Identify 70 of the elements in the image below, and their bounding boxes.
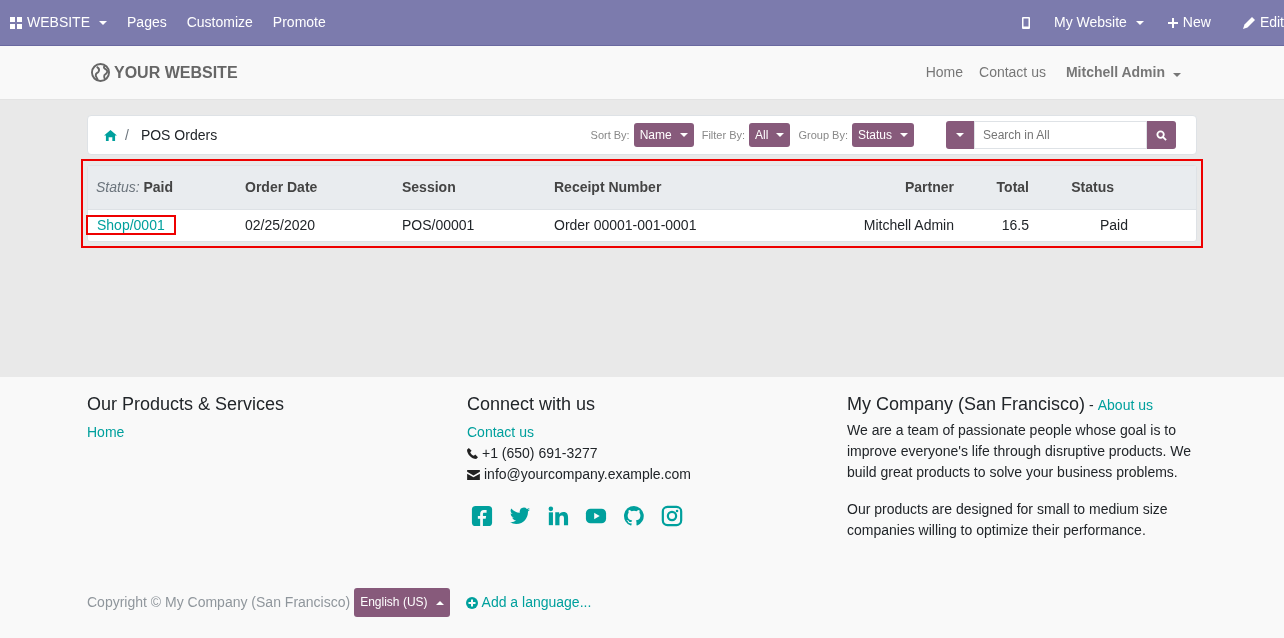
about-link[interactable]: About us <box>1097 395 1153 416</box>
plus-circle-icon <box>465 596 478 609</box>
linkedin-icon <box>547 505 569 527</box>
footer-paragraph: We are a team of passionate people whose goal is to improve everyone's life through disruptive products. We build great products to solve your business problems. <box>847 421 1193 482</box>
nav-link[interactable]: Home <box>917 62 971 83</box>
footer-link[interactable]: Contact us <box>467 422 847 443</box>
social-link[interactable] <box>509 505 531 527</box>
new-button[interactable]: New <box>1151 12 1227 33</box>
search-icon <box>1156 129 1167 141</box>
group-header: Status: Paid <box>95 178 175 197</box>
apps-menu[interactable]: WEBSITE <box>0 12 117 33</box>
table-cell-text: Paid <box>1098 216 1129 235</box>
phone-icon <box>1022 16 1030 29</box>
github-icon <box>623 505 645 527</box>
instagram-icon <box>661 505 683 527</box>
twitter-icon <box>509 505 531 527</box>
search-field[interactable]: Search in All <box>974 121 1147 149</box>
grid-icon <box>10 16 22 29</box>
edit-button[interactable]: Edit <box>1226 12 1284 33</box>
footer-paragraph: Our products are designed for small to medium size companies willing to optimize their performance. <box>847 500 1169 540</box>
order-link[interactable]: Shop/0001 <box>86 215 176 235</box>
site-logo[interactable]: YOUR WEBSITE <box>114 60 238 85</box>
nav-link[interactable]: Contact us <box>971 62 1054 83</box>
table-cell-text: 16.5 <box>1000 216 1029 235</box>
table-cell-text: Mitchell Admin <box>862 216 954 235</box>
column-header: Receipt Number <box>554 178 663 197</box>
user-menu[interactable]: Mitchell Admin <box>1057 61 1197 84</box>
footer-heading: Our Products & Services <box>87 393 286 416</box>
menu-item[interactable]: Promote <box>262 12 336 33</box>
footer-heading: Connect with us <box>467 393 597 416</box>
search-button[interactable] <box>1147 121 1176 149</box>
column-header: Partner <box>903 178 954 197</box>
dropdown-button[interactable]: Status <box>851 123 914 147</box>
search-filter-button[interactable] <box>946 121 974 149</box>
table-cell-text: 02/25/2020 <box>245 216 317 235</box>
email-address: info@yourcompany.example.com <box>484 465 691 484</box>
breadcrumb-current: POS Orders <box>140 125 218 145</box>
control-label: Filter By: <box>701 127 746 143</box>
column-header: Status <box>1070 178 1115 197</box>
plus-icon <box>1167 17 1178 28</box>
social-link[interactable] <box>661 505 683 527</box>
footer-link[interactable]: Home <box>87 422 467 443</box>
table-cell-text: Order 00001-001-0001 <box>554 216 698 235</box>
pencil-icon <box>1242 16 1255 29</box>
envelope-icon <box>467 469 480 480</box>
globe-icon <box>91 63 110 82</box>
column-header: Order Date <box>245 178 319 197</box>
footer-heading: My Company (San Francisco) <box>847 393 1086 416</box>
menu-item[interactable]: Pages <box>117 12 177 33</box>
dropdown-button[interactable]: Name <box>633 123 694 147</box>
heading-separator: - <box>1089 396 1094 415</box>
column-header: Session <box>402 178 457 197</box>
control-label: Group By: <box>798 127 848 143</box>
copyright-text: Copyright © My Company (San Francisco) <box>87 593 351 612</box>
social-link[interactable] <box>547 505 569 527</box>
dropdown-button[interactable]: All <box>749 123 791 147</box>
control-label: Sort By: <box>590 127 630 143</box>
breadcrumb-separator: / <box>125 125 129 145</box>
phone-number: +1 (650) 691-3277 <box>482 444 598 463</box>
phone-icon <box>467 448 478 459</box>
social-link[interactable] <box>471 505 493 527</box>
home-icon <box>104 130 117 142</box>
language-dropdown[interactable]: English (US) <box>354 588 450 617</box>
website-dropdown[interactable]: My Website <box>1046 12 1152 33</box>
facebook-icon <box>471 505 493 527</box>
menu-item[interactable]: Customize <box>176 12 263 33</box>
social-link[interactable] <box>623 505 645 527</box>
column-header: Total <box>995 178 1029 197</box>
add-language-link[interactable]: Add a language... <box>465 592 592 613</box>
table-cell-text: POS/00001 <box>402 216 476 235</box>
